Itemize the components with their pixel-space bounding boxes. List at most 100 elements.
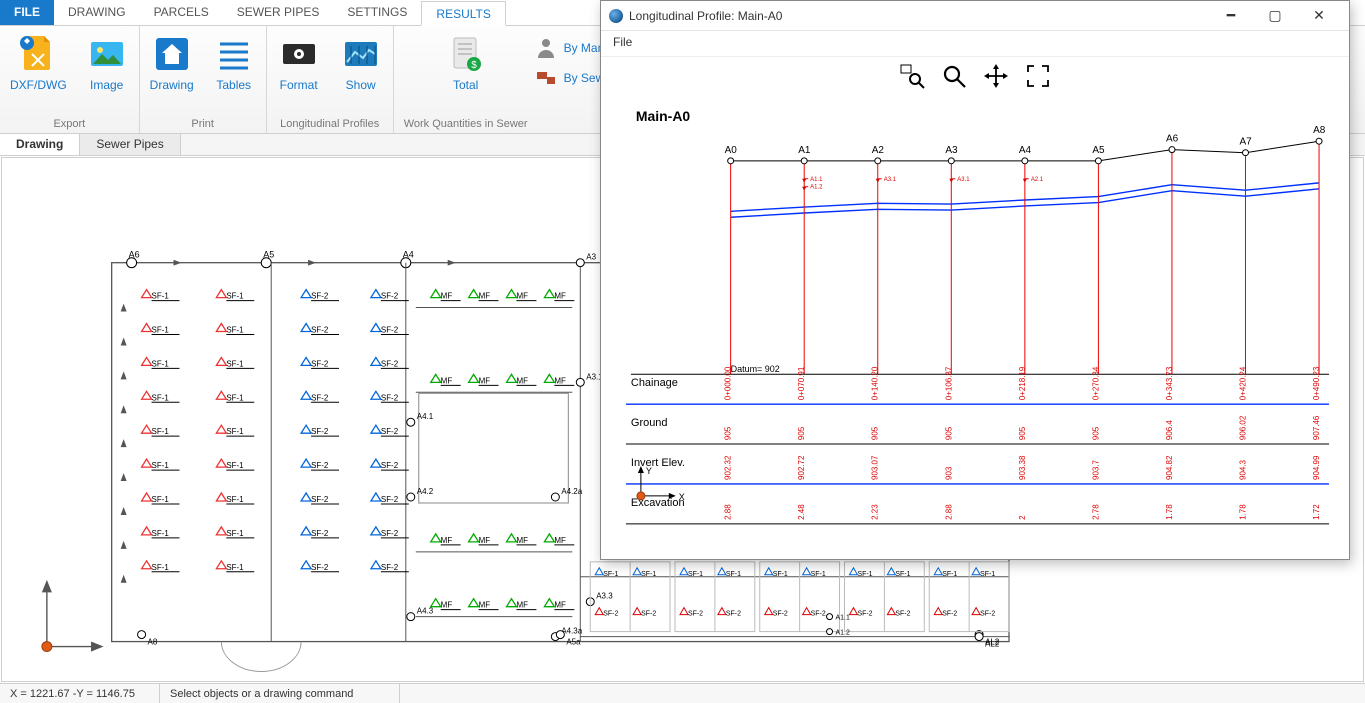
svg-text:SF-1: SF-1 — [226, 393, 244, 402]
print-drawing-label: Drawing — [150, 78, 194, 92]
svg-text:SF-1: SF-1 — [942, 571, 957, 578]
svg-text:904.3: 904.3 — [1238, 459, 1247, 480]
svg-text:SF-2: SF-2 — [381, 529, 399, 538]
svg-text:905: 905 — [944, 426, 953, 440]
profile-window[interactable]: Longitudinal Profile: Main-A0 ━ ▢ ✕ File… — [600, 0, 1350, 560]
svg-text:SF-1: SF-1 — [980, 571, 995, 578]
svg-text:905: 905 — [871, 426, 880, 440]
svg-text:MF: MF — [441, 536, 453, 545]
status-prompt: Select objects or a drawing command — [160, 684, 400, 703]
ribbon-tab-file[interactable]: FILE — [0, 0, 54, 25]
svg-text:Datum= 902: Datum= 902 — [731, 364, 780, 374]
ribbon-tab-settings[interactable]: SETTINGS — [333, 0, 421, 25]
svg-text:1.78: 1.78 — [1165, 504, 1174, 520]
window-maximize-button[interactable]: ▢ — [1253, 1, 1297, 31]
quantities-total-label: Total — [453, 78, 478, 92]
svg-text:902.72: 902.72 — [797, 455, 806, 480]
house-icon — [150, 32, 194, 76]
export-dxf-button[interactable]: DXF/DWG — [10, 32, 67, 92]
svg-text:SF-2: SF-2 — [311, 529, 329, 538]
svg-text:SF-1: SF-1 — [226, 427, 244, 436]
ribbon-tab-results[interactable]: RESULTS — [421, 1, 505, 26]
svg-text:SF-1: SF-1 — [152, 292, 170, 301]
svg-text:AL2: AL2 — [985, 640, 1000, 649]
ribbon-tab-parcels[interactable]: PARCELS — [140, 0, 223, 25]
svg-text:904.99: 904.99 — [1312, 455, 1321, 480]
svg-text:MF: MF — [554, 536, 566, 545]
svg-text:905: 905 — [1091, 426, 1100, 440]
quantities-total-button[interactable]: $ Total — [444, 32, 488, 92]
svg-text:SF-2: SF-2 — [311, 563, 329, 572]
svg-text:SF-1: SF-1 — [152, 461, 170, 470]
window-close-button[interactable]: ✕ — [1297, 1, 1341, 31]
svg-text:A3: A3 — [945, 145, 958, 156]
svg-text:SF-2: SF-2 — [381, 461, 399, 470]
zoom-icon[interactable] — [941, 63, 967, 89]
image-icon — [85, 32, 129, 76]
svg-text:2: 2 — [1018, 515, 1027, 520]
svg-text:SF-2: SF-2 — [641, 611, 656, 618]
profile-format-button[interactable]: Format — [277, 32, 321, 92]
svg-text:MF: MF — [479, 376, 491, 385]
svg-text:902.32: 902.32 — [724, 455, 733, 480]
svg-text:905: 905 — [1018, 426, 1027, 440]
svg-text:903: 903 — [944, 466, 953, 480]
svg-text:0+218.19: 0+218.19 — [1018, 366, 1027, 400]
doc-tab-drawing[interactable]: Drawing — [0, 134, 80, 155]
svg-text:MF: MF — [554, 601, 566, 610]
ribbon-tab-drawing[interactable]: DRAWING — [54, 0, 140, 25]
svg-text:A4: A4 — [403, 250, 414, 260]
svg-text:SF-2: SF-2 — [311, 325, 329, 334]
svg-text:SF-1: SF-1 — [226, 529, 244, 538]
svg-text:MF: MF — [516, 292, 528, 301]
window-minimize-button[interactable]: ━ — [1209, 1, 1253, 31]
format-icon — [277, 32, 321, 76]
ribbon-tab-sewerpipes[interactable]: SEWER PIPES — [223, 0, 334, 25]
svg-text:0+070.91: 0+070.91 — [797, 366, 806, 400]
svg-text:A4.3: A4.3 — [417, 607, 434, 616]
export-image-button[interactable]: Image — [85, 32, 129, 92]
svg-text:A4: A4 — [1019, 145, 1032, 156]
svg-text:A4.2: A4.2 — [417, 487, 434, 496]
profile-menu-file[interactable]: File — [613, 35, 632, 49]
svg-text:907.46: 907.46 — [1312, 415, 1321, 440]
svg-text:A6: A6 — [1166, 134, 1179, 145]
svg-text:0+343.73: 0+343.73 — [1165, 366, 1174, 400]
svg-text:SF-1: SF-1 — [226, 359, 244, 368]
svg-text:SF-2: SF-2 — [311, 292, 329, 301]
svg-text:SF-1: SF-1 — [152, 325, 170, 334]
print-tables-button[interactable]: Tables — [212, 32, 256, 92]
svg-text:SF-2: SF-2 — [311, 393, 329, 402]
doc-tab-sewerpipes[interactable]: Sewer Pipes — [80, 134, 180, 155]
profile-titlebar[interactable]: Longitudinal Profile: Main-A0 ━ ▢ ✕ — [601, 1, 1349, 31]
svg-text:SF-1: SF-1 — [226, 325, 244, 334]
svg-text:904.82: 904.82 — [1165, 455, 1174, 480]
svg-text:2.88: 2.88 — [724, 504, 733, 520]
print-tables-label: Tables — [216, 78, 251, 92]
ribbon-group-quantities: $ Total Work Quantities in Sewer By Man … — [394, 26, 622, 133]
pan-icon[interactable] — [983, 63, 1009, 89]
svg-text:SF-2: SF-2 — [311, 461, 329, 470]
zoom-window-icon[interactable] — [899, 63, 925, 89]
profile-chart[interactable]: Main-A0 A0A1A2A3A4A5A6A7A8A1.1A1.2A3.1A3… — [601, 95, 1349, 559]
svg-text:MF: MF — [441, 292, 453, 301]
svg-text:A8: A8 — [1313, 125, 1326, 136]
svg-text:A3.3: A3.3 — [596, 592, 613, 601]
svg-text:903.07: 903.07 — [871, 455, 880, 480]
export-image-label: Image — [90, 78, 123, 92]
ribbon-group-quant-label: Work Quantities in Sewer — [404, 116, 528, 131]
svg-text:SF-1: SF-1 — [641, 571, 656, 578]
svg-text:SF-2: SF-2 — [311, 495, 329, 504]
app-icon — [609, 9, 623, 23]
svg-text:SF-2: SF-2 — [773, 611, 788, 618]
svg-text:Y: Y — [646, 466, 652, 476]
svg-text:A5: A5 — [1092, 145, 1105, 156]
svg-text:MF: MF — [479, 601, 491, 610]
ribbon-group-profiles: Format Show Longitudinal Profiles — [267, 26, 394, 133]
print-drawing-button[interactable]: Drawing — [150, 32, 194, 92]
svg-text:MF: MF — [516, 376, 528, 385]
svg-text:SF-1: SF-1 — [226, 495, 244, 504]
svg-text:903.38: 903.38 — [1018, 455, 1027, 480]
profile-show-button[interactable]: Show — [339, 32, 383, 92]
zoom-extents-icon[interactable] — [1025, 63, 1051, 89]
